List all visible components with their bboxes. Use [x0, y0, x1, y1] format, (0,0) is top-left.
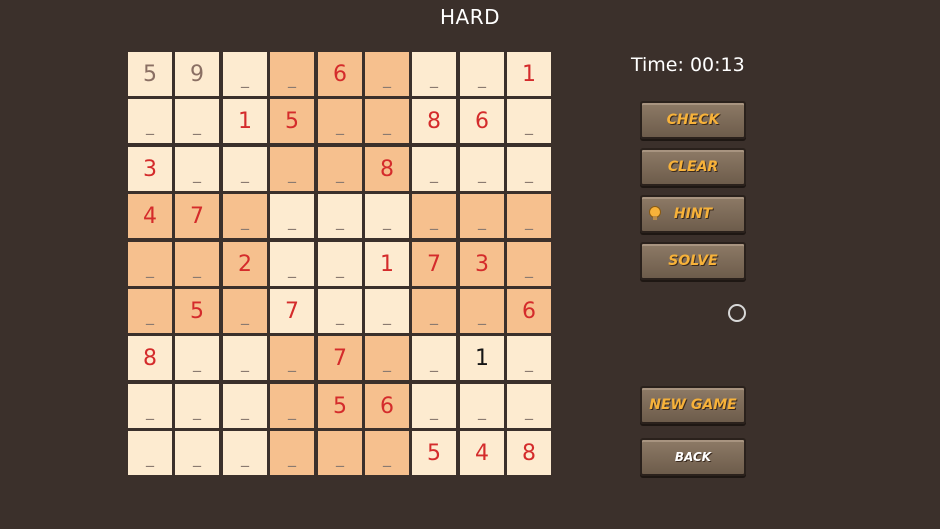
sudoku-cell-r5c5[interactable]: _ [318, 242, 362, 286]
hint-button-label: HINT [673, 206, 713, 222]
circle-cursor-icon [728, 304, 746, 322]
sudoku-cell-r1c2[interactable]: 9 [175, 52, 219, 96]
new-game-button[interactable]: NEW GAME [640, 386, 746, 424]
sudoku-cell-r9c3[interactable]: _ [223, 431, 267, 475]
lightbulb-icon [649, 206, 661, 220]
sudoku-cell-r9c9[interactable]: 8 [507, 431, 551, 475]
clear-button[interactable]: CLEAR [640, 148, 746, 186]
sudoku-cell-r5c1[interactable]: _ [128, 242, 172, 286]
sudoku-cell-r4c7[interactable]: _ [412, 194, 456, 238]
sudoku-cell-r7c2[interactable]: _ [175, 336, 219, 380]
sudoku-cell-r5c2[interactable]: _ [175, 242, 219, 286]
sudoku-cell-r2c2[interactable]: _ [175, 99, 219, 143]
sudoku-cell-r9c1[interactable]: _ [128, 431, 172, 475]
sudoku-cell-r5c4[interactable]: _ [270, 242, 314, 286]
sudoku-cell-r9c8[interactable]: 4 [460, 431, 504, 475]
sudoku-cell-r4c9[interactable]: _ [507, 194, 551, 238]
back-button-label: BACK [674, 450, 712, 464]
sudoku-cell-r2c9[interactable]: _ [507, 99, 551, 143]
sudoku-cell-r6c2[interactable]: 5 [175, 289, 219, 333]
sudoku-cell-r1c9[interactable]: 1 [507, 52, 551, 96]
sudoku-cell-r8c8[interactable]: _ [460, 384, 504, 428]
sudoku-cell-r5c9[interactable]: _ [507, 242, 551, 286]
sudoku-cell-r3c2[interactable]: _ [175, 147, 219, 191]
sudoku-cell-r7c5[interactable]: 7 [318, 336, 362, 380]
sudoku-cell-r6c9[interactable]: 6 [507, 289, 551, 333]
hint-button[interactable]: HINT [640, 195, 746, 233]
sudoku-cell-r9c5[interactable]: _ [318, 431, 362, 475]
sudoku-cell-r4c8[interactable]: _ [460, 194, 504, 238]
sudoku-cell-r4c6[interactable]: _ [365, 194, 409, 238]
back-button[interactable]: BACK [640, 438, 746, 476]
difficulty-title: HARD [439, 5, 501, 29]
sudoku-cell-r2c8[interactable]: 6 [460, 99, 504, 143]
sudoku-cell-r2c6[interactable]: _ [365, 99, 409, 143]
sudoku-cell-r4c2[interactable]: 7 [175, 194, 219, 238]
sudoku-cell-r8c7[interactable]: _ [412, 384, 456, 428]
sudoku-cell-r2c5[interactable]: _ [318, 99, 362, 143]
sudoku-cell-r6c6[interactable]: _ [365, 289, 409, 333]
sudoku-cell-r1c8[interactable]: _ [460, 52, 504, 96]
sudoku-cell-r5c7[interactable]: 7 [412, 242, 456, 286]
check-button-label: CHECK [666, 112, 720, 128]
sudoku-cell-r3c7[interactable]: _ [412, 147, 456, 191]
sudoku-cell-r3c4[interactable]: _ [270, 147, 314, 191]
sudoku-cell-r7c6[interactable]: _ [365, 336, 409, 380]
sudoku-cell-r7c8[interactable]: 1 [460, 336, 504, 380]
sudoku-cell-r4c4[interactable]: _ [270, 194, 314, 238]
sudoku-cell-r2c1[interactable]: _ [128, 99, 172, 143]
sudoku-cell-r8c4[interactable]: _ [270, 384, 314, 428]
solve-button[interactable]: SOLVE [640, 242, 746, 280]
solve-button-label: SOLVE [668, 253, 718, 269]
new-game-button-label: NEW GAME [649, 397, 737, 413]
sudoku-cell-r1c4[interactable]: _ [270, 52, 314, 96]
sudoku-cell-r5c3[interactable]: 2 [223, 242, 267, 286]
sudoku-cell-r6c8[interactable]: _ [460, 289, 504, 333]
sudoku-cell-r8c9[interactable]: _ [507, 384, 551, 428]
sudoku-cell-r9c6[interactable]: _ [365, 431, 409, 475]
sudoku-cell-r4c1[interactable]: 4 [128, 194, 172, 238]
sudoku-cell-r8c5[interactable]: 5 [318, 384, 362, 428]
sudoku-cell-r3c6[interactable]: 8 [365, 147, 409, 191]
sudoku-cell-r4c5[interactable]: _ [318, 194, 362, 238]
sudoku-cell-r8c2[interactable]: _ [175, 384, 219, 428]
sudoku-cell-r7c4[interactable]: _ [270, 336, 314, 380]
sudoku-cell-r3c8[interactable]: _ [460, 147, 504, 191]
sudoku-cell-r7c3[interactable]: _ [223, 336, 267, 380]
sudoku-cell-r5c8[interactable]: 3 [460, 242, 504, 286]
sudoku-cell-r7c7[interactable]: _ [412, 336, 456, 380]
sudoku-cell-r7c9[interactable]: _ [507, 336, 551, 380]
sudoku-cell-r3c1[interactable]: 3 [128, 147, 172, 191]
check-button[interactable]: CHECK [640, 101, 746, 139]
sudoku-cell-r3c5[interactable]: _ [318, 147, 362, 191]
sudoku-cell-r5c6[interactable]: 1 [365, 242, 409, 286]
sudoku-cell-r1c3[interactable]: _ [223, 52, 267, 96]
sudoku-cell-r4c3[interactable]: _ [223, 194, 267, 238]
sudoku-cell-r9c2[interactable]: _ [175, 431, 219, 475]
sudoku-cell-r3c3[interactable]: _ [223, 147, 267, 191]
sudoku-cell-r6c7[interactable]: _ [412, 289, 456, 333]
sudoku-cell-r1c1[interactable]: 5 [128, 52, 172, 96]
sudoku-cell-r8c3[interactable]: _ [223, 384, 267, 428]
timer-display: Time: 00:13 [631, 54, 745, 76]
sudoku-cell-r6c3[interactable]: _ [223, 289, 267, 333]
sudoku-cell-r2c3[interactable]: 1 [223, 99, 267, 143]
sudoku-cell-r6c5[interactable]: _ [318, 289, 362, 333]
sudoku-cell-r1c7[interactable]: _ [412, 52, 456, 96]
sudoku-cell-r6c1[interactable]: _ [128, 289, 172, 333]
sudoku-cell-r1c5[interactable]: 6 [318, 52, 362, 96]
sudoku-cell-r2c7[interactable]: 8 [412, 99, 456, 143]
sudoku-cell-r6c4[interactable]: 7 [270, 289, 314, 333]
clear-button-label: CLEAR [667, 159, 719, 175]
sudoku-cell-r8c1[interactable]: _ [128, 384, 172, 428]
sudoku-cell-r1c6[interactable]: _ [365, 52, 409, 96]
sudoku-cell-r9c4[interactable]: _ [270, 431, 314, 475]
sudoku-cell-r2c4[interactable]: 5 [270, 99, 314, 143]
sudoku-cell-r8c6[interactable]: 6 [365, 384, 409, 428]
sudoku-cell-r7c1[interactable]: 8 [128, 336, 172, 380]
sudoku-cell-r9c7[interactable]: 5 [412, 431, 456, 475]
sudoku-cell-r3c9[interactable]: _ [507, 147, 551, 191]
